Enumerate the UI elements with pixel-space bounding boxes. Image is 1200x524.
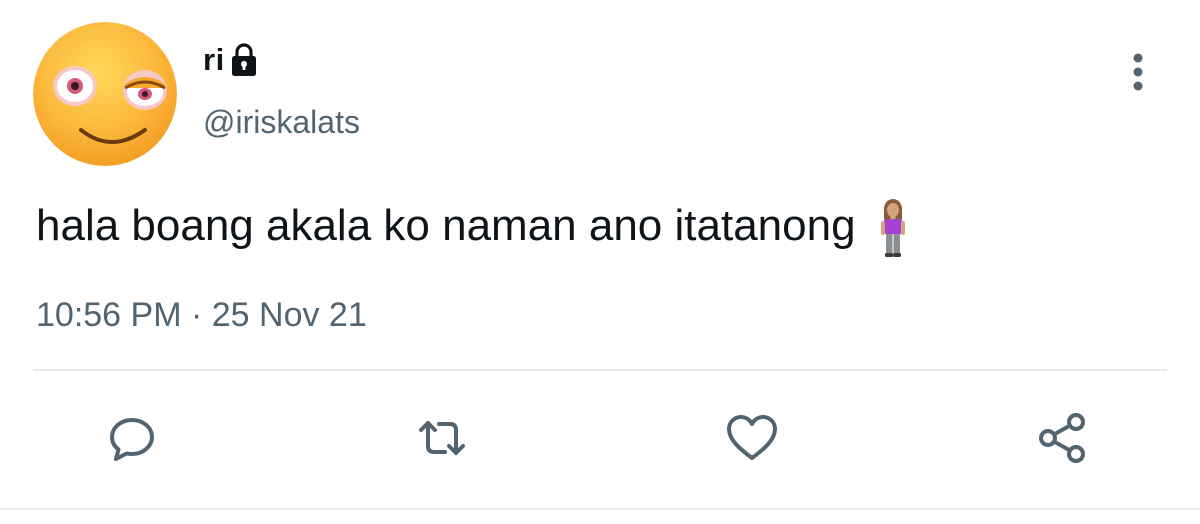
retweet-button[interactable]: [412, 408, 472, 468]
reply-button[interactable]: [102, 408, 162, 468]
flushed-face-emoji: [33, 22, 177, 166]
divider: [33, 369, 1167, 371]
reply-icon: [110, 418, 154, 461]
more-vertical-icon: [1133, 53, 1143, 91]
lock-icon: [229, 42, 259, 78]
display-name-row[interactable]: ri: [203, 40, 259, 80]
tweet-timestamp[interactable]: 10:56 PM · 25 Nov 21: [36, 296, 367, 335]
tweet-text: hala boang akala ko naman ano itatanong: [36, 196, 908, 258]
bottom-border: [0, 508, 1200, 510]
more-options-button[interactable]: [1122, 48, 1154, 96]
heart-icon: [727, 415, 777, 460]
woman-standing-emoji: [878, 198, 908, 258]
like-button[interactable]: [722, 408, 782, 468]
share-icon: [1039, 413, 1085, 463]
avatar[interactable]: [33, 22, 177, 166]
tweet-text-content: hala boang akala ko naman ano itatanong: [36, 201, 856, 250]
share-button[interactable]: [1032, 408, 1092, 468]
retweet-icon: [419, 421, 465, 455]
user-handle[interactable]: @iriskalats: [203, 104, 360, 141]
tweet-card: ri @iriskalats hala boang akala ko naman…: [0, 0, 1200, 524]
display-name[interactable]: ri: [203, 42, 225, 78]
